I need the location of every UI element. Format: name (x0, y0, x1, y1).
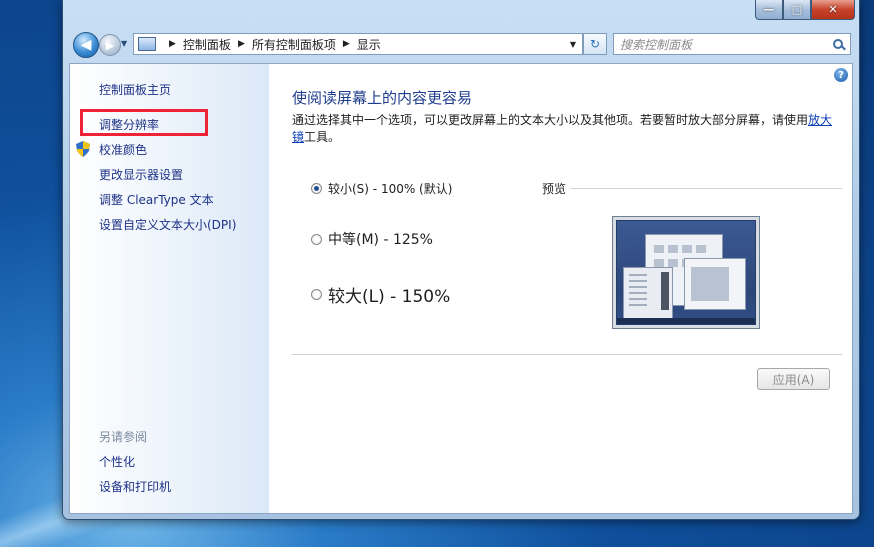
section-divider (292, 354, 842, 355)
minimize-button[interactable]: — (755, 0, 783, 20)
sidebar-item-calibrate-color[interactable]: 校准颜色 (99, 141, 147, 158)
history-dropdown-icon[interactable]: ▼ (121, 39, 129, 48)
sidebar-item-display-settings[interactable]: 更改显示器设置 (99, 166, 183, 183)
sidebar-item-adjust-resolution[interactable]: 调整分辨率 (99, 116, 159, 133)
breadcrumb: ▶ 控制面板 ▶ 所有控制面板项 ▶ 显示 (162, 36, 381, 53)
preview-label: 预览 (542, 182, 567, 196)
close-button[interactable]: ✕ (811, 0, 855, 20)
sidebar-item-cleartype[interactable]: 调整 ClearType 文本 (99, 191, 214, 208)
option-larger-label: 较大(L) - 150% (328, 287, 451, 307)
sidebar: 控制面板主页 调整分辨率 校准颜色 更改显示器设置 调整 ClearType 文… (70, 64, 269, 513)
preview-separator (570, 188, 842, 189)
search-icon[interactable] (833, 38, 844, 50)
preview-taskbar (617, 318, 755, 324)
forward-arrow-icon: ▶ (105, 38, 115, 52)
radio-larger[interactable] (311, 289, 322, 300)
page-title: 使阅读屏幕上的内容更容易 (292, 89, 473, 107)
breadcrumb-chevron-icon[interactable]: ▶ (169, 39, 176, 49)
option-smaller-label: 较小(S) - 100% (默认) (328, 182, 453, 196)
shield-icon (76, 141, 90, 157)
main-panel: ? 使阅读屏幕上的内容更容易 通过选择其中一个选项，可以更改屏幕上的文本大小以及… (269, 64, 852, 513)
breadcrumb-chevron-icon[interactable]: ▶ (343, 39, 350, 49)
preview-window-list (623, 267, 673, 319)
breadcrumb-control-panel[interactable]: 控制面板 (183, 36, 231, 53)
sidebar-home-link[interactable]: 控制面板主页 (99, 81, 171, 98)
intro-text: 通过选择其中一个选项，可以更改屏幕上的文本大小以及其他项。若要暂时放大部分屏幕，… (292, 112, 837, 146)
close-icon: ✕ (828, 3, 838, 16)
preview-monitor-image (612, 216, 760, 329)
breadcrumb-chevron-icon[interactable]: ▶ (238, 39, 245, 49)
maximize-icon: □ (791, 3, 803, 16)
navigation-bar: ◀ ▶ ▼ ▶ 控制面板 ▶ 所有控制面板项 ▶ 显示 ▼ ↻ 搜索控制面板 (69, 31, 853, 59)
search-input[interactable]: 搜索控制面板 (620, 36, 692, 53)
option-larger[interactable]: 较大(L) - 150% (311, 282, 450, 307)
help-icon[interactable]: ? (834, 68, 848, 82)
forward-button[interactable]: ▶ (99, 34, 121, 56)
intro-body: 通过选择其中一个选项，可以更改屏幕上的文本大小以及其他项。若要暂时放大部分屏幕，… (292, 113, 809, 127)
content-area: 控制面板主页 调整分辨率 校准颜色 更改显示器设置 调整 ClearType 文… (69, 63, 853, 514)
control-panel-window: — □ ✕ ◀ ▶ ▼ ▶ 控制面板 ▶ 所有控制面板项 ▶ 显示 ▼ ↻ 搜索… (62, 0, 860, 520)
back-button[interactable]: ◀ (73, 32, 99, 58)
see-also-title: 另请参阅 (99, 430, 148, 444)
breadcrumb-all-items[interactable]: 所有控制面板项 (252, 36, 336, 53)
address-bar[interactable]: ▶ 控制面板 ▶ 所有控制面板项 ▶ 显示 ▼ (133, 33, 583, 55)
preview-window-front (684, 258, 746, 310)
address-dropdown-icon[interactable]: ▼ (564, 40, 582, 49)
maximize-button[interactable]: □ (783, 0, 811, 20)
minimize-icon: — (763, 3, 775, 16)
sidebar-item-custom-dpi[interactable]: 设置自定义文本大小(DPI) (99, 216, 236, 233)
apply-button[interactable]: 应用(A) (757, 368, 830, 390)
radio-medium[interactable] (311, 233, 322, 245)
sidebar-link-devices-printers[interactable]: 设备和打印机 (99, 478, 171, 495)
option-smaller[interactable]: 较小(S) - 100% (默认) (311, 180, 452, 197)
breadcrumb-display[interactable]: 显示 (357, 36, 381, 53)
intro-tail: 工具。 (304, 130, 341, 144)
option-medium-label: 中等(M) - 125% (328, 232, 433, 248)
radio-smaller[interactable] (311, 183, 322, 194)
preview-screen (616, 220, 756, 325)
back-arrow-icon: ◀ (80, 37, 92, 53)
search-box[interactable]: 搜索控制面板 (613, 33, 851, 55)
refresh-button[interactable]: ↻ (583, 33, 607, 55)
option-medium[interactable]: 中等(M) - 125% (311, 229, 433, 249)
control-panel-icon (138, 37, 156, 51)
sidebar-link-personalization[interactable]: 个性化 (99, 453, 135, 470)
caption-buttons: — □ ✕ (755, 0, 855, 20)
refresh-icon: ↻ (589, 37, 601, 51)
